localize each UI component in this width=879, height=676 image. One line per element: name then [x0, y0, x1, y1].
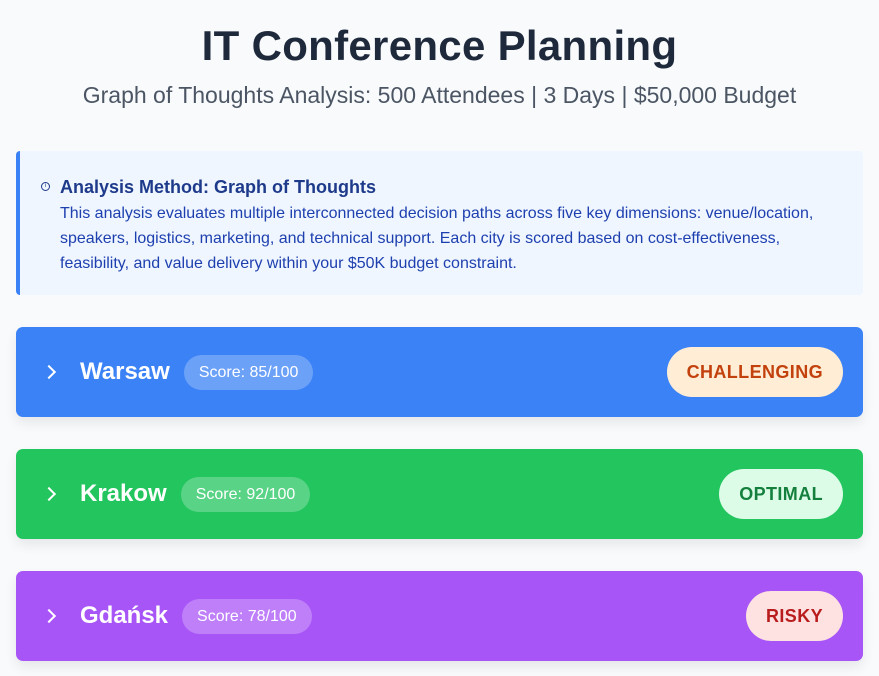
score-badge: Score: 92/100	[180, 476, 311, 512]
score-badge: Score: 85/100	[183, 354, 314, 390]
city-card-warsaw[interactable]: Warsaw Score: 85/100 CHALLENGING	[16, 327, 863, 417]
page: IT Conference Planning Graph of Thoughts…	[0, 0, 879, 676]
city-card-gdansk[interactable]: Gdańsk Score: 78/100 RISKY	[16, 571, 863, 661]
page-title: IT Conference Planning	[201, 22, 678, 69]
status-badge: CHALLENGING	[666, 347, 843, 397]
city-name: Warsaw	[80, 358, 170, 385]
analysis-method-description: This analysis evaluates multiple interco…	[60, 205, 814, 272]
status-badge: RISKY	[745, 591, 843, 641]
status-badge: OPTIMAL	[719, 469, 843, 519]
analysis-method-title: Analysis Method: Graph of Thoughts	[60, 177, 376, 197]
city-card-krakow[interactable]: Krakow Score: 92/100 OPTIMAL	[16, 449, 863, 539]
score-badge: Score: 78/100	[182, 598, 312, 634]
info-icon: i	[41, 182, 50, 191]
chevron-right-icon[interactable]	[41, 364, 57, 380]
chevron-right-icon[interactable]	[41, 486, 57, 502]
city-name: Krakow	[80, 480, 167, 507]
city-name: Gdańsk	[80, 602, 169, 629]
analysis-method-panel: i Analysis Method: Graph of Thoughts Thi…	[16, 151, 863, 295]
page-subtitle: Graph of Thoughts Analysis: 500 Attendee…	[82, 82, 797, 108]
chevron-right-icon[interactable]	[41, 608, 57, 624]
